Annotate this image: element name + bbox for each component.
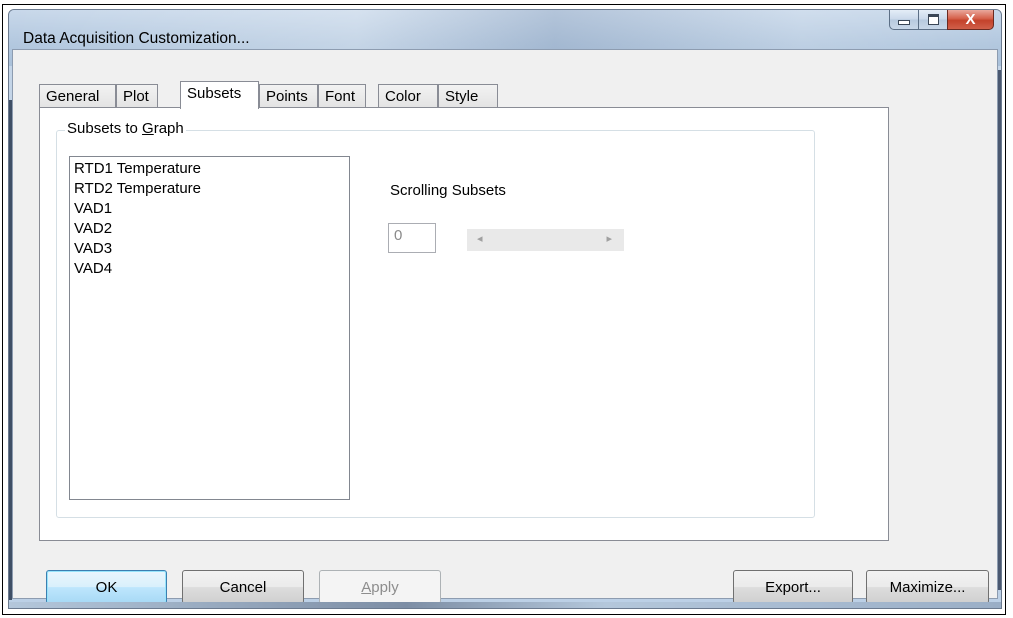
dialog-window: Data Acquisition Customization... X Gene… <box>8 9 1002 609</box>
minimize-button[interactable] <box>889 10 918 30</box>
minimize-icon <box>898 20 910 25</box>
export-button[interactable]: Export... <box>733 570 853 604</box>
scrolling-subsets-input[interactable]: 0 <box>388 223 436 253</box>
caption-buttons: X <box>889 10 994 30</box>
tab-label: Points <box>266 88 308 105</box>
dialog-client-area: General Plot Subsets Points Font Color S… <box>12 49 998 604</box>
maximize-icon <box>927 14 939 25</box>
list-item[interactable]: RTD1 Temperature <box>70 159 349 179</box>
subsets-tab-panel: Subsets to Graph RTD1 Temperature RTD2 T… <box>39 107 889 541</box>
scrolling-subsets-scrollbar[interactable]: ◂ ▸ <box>467 229 624 251</box>
ok-label: OK <box>95 578 118 596</box>
tab-font[interactable]: Font <box>318 84 366 108</box>
tab-label: Color <box>385 88 421 105</box>
scrolling-subsets-label: Scrolling Subsets <box>390 182 506 199</box>
list-item[interactable]: VAD4 <box>70 259 349 279</box>
tab-points[interactable]: Points <box>259 84 318 108</box>
tab-style[interactable]: Style <box>438 84 498 108</box>
tab-plot[interactable]: Plot <box>116 84 158 108</box>
tab-label: Style <box>445 88 479 105</box>
export-label: Export... <box>765 578 821 596</box>
apply-rest: pply <box>371 578 399 596</box>
scroll-left-icon[interactable]: ◂ <box>477 232 483 245</box>
apply-button[interactable]: Apply <box>319 570 441 604</box>
subsets-listbox[interactable]: RTD1 Temperature RTD2 Temperature VAD1 V… <box>69 156 350 500</box>
tab-label: Font <box>325 88 356 105</box>
list-item[interactable]: RTD2 Temperature <box>70 179 349 199</box>
close-button[interactable]: X <box>947 10 994 30</box>
ok-button[interactable]: OK <box>46 570 167 604</box>
frame-edge-right <box>998 70 1001 590</box>
tab-subsets[interactable]: Subsets <box>180 81 259 109</box>
maximize-button[interactable] <box>918 10 947 30</box>
window-bottom-edge <box>9 602 1001 608</box>
cancel-label: Cancel <box>219 578 267 596</box>
tab-general[interactable]: General <box>39 84 116 108</box>
tab-label: Plot <box>123 88 149 105</box>
group-label-suffix: raph <box>153 120 184 137</box>
subsets-to-graph-group: Subsets to Graph RTD1 Temperature RTD2 T… <box>56 120 815 518</box>
maximize-label: Maximize... <box>889 578 966 596</box>
apply-mnemonic: A <box>361 578 372 596</box>
group-label: Subsets to Graph <box>65 120 186 137</box>
tab-color[interactable]: Color <box>378 84 438 108</box>
cancel-button[interactable]: Cancel <box>182 570 304 604</box>
list-item[interactable]: VAD2 <box>70 219 349 239</box>
scroll-right-icon[interactable]: ▸ <box>606 232 612 245</box>
list-item[interactable]: VAD3 <box>70 239 349 259</box>
list-item[interactable]: VAD1 <box>70 199 349 219</box>
window-title: Data Acquisition Customization... <box>23 30 250 47</box>
apply-label: Apply <box>361 579 399 596</box>
group-label-prefix: Subsets to <box>67 120 143 137</box>
group-label-mnemonic: G <box>142 120 154 137</box>
tab-label: Subsets <box>187 85 242 102</box>
maximize-dialog-button[interactable]: Maximize... <box>866 570 989 604</box>
tab-label: General <box>46 88 100 105</box>
close-icon: X <box>965 11 976 28</box>
